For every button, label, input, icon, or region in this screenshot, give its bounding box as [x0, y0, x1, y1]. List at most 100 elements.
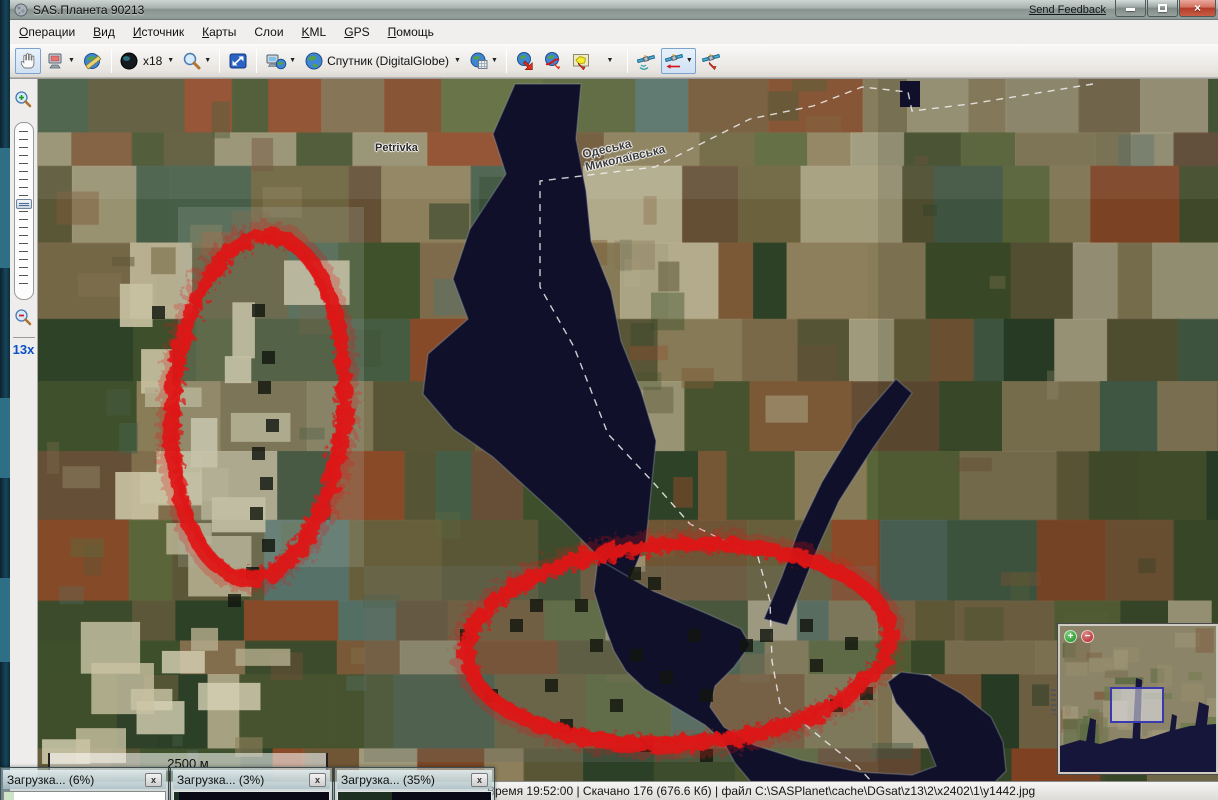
monitor-globe-icon: [265, 51, 287, 71]
toolbar-separator: [627, 49, 628, 73]
dropdown-arrow-icon[interactable]: ▼: [167, 57, 174, 64]
hand-icon: [18, 51, 38, 71]
content-area: 13x Petrivka Одеська Миколаївськ: [10, 78, 1218, 781]
divider: [13, 337, 35, 338]
globe-grid-icon: [469, 51, 489, 71]
toolbar-separator: [111, 49, 112, 73]
map-polygon-icon: [571, 51, 591, 71]
background-window-edge: [0, 148, 10, 268]
overview-minimap[interactable]: + −: [1058, 624, 1218, 774]
close-icon: ×: [1194, 3, 1201, 13]
close-button[interactable]: ×: [1179, 0, 1216, 17]
menu-bar: Операции Вид Источник Карты Слои KML GPS…: [10, 20, 1218, 44]
globe-route-icon: [543, 51, 563, 71]
download-window-2[interactable]: Загрузка... (3%) x: [170, 767, 333, 800]
sas-planet-window: SAS.Планета 90213 Send Feedback × Операц…: [10, 0, 1218, 800]
zoom-slider-handle[interactable]: [16, 199, 32, 209]
window-titlebar[interactable]: SAS.Планета 90213 Send Feedback ×: [10, 0, 1218, 20]
satellite-marker-icon: [701, 51, 721, 71]
download-title: Загрузка... (3%): [177, 773, 309, 787]
menu-kml[interactable]: KML: [293, 21, 336, 43]
download-polygon-button[interactable]: [568, 48, 594, 74]
close-icon[interactable]: x: [309, 773, 326, 787]
zoom-out-icon[interactable]: [14, 308, 33, 327]
menu-view[interactable]: Вид: [84, 21, 124, 43]
selection-tool-button[interactable]: ▼: [43, 48, 78, 74]
dropdown-arrow-icon[interactable]: ▼: [491, 57, 498, 64]
download-window-3[interactable]: Загрузка... (35%) x: [334, 767, 495, 800]
minimap-resize-grip[interactable]: [1051, 689, 1056, 715]
ruler-globe-icon: [83, 51, 103, 71]
progress-bar: [3, 791, 166, 800]
send-feedback-link[interactable]: Send Feedback: [1029, 4, 1106, 16]
maximize-button[interactable]: [1147, 0, 1178, 17]
zoom-panel: 13x: [10, 79, 38, 781]
download-title: Загрузка... (6%): [7, 773, 145, 787]
menu-help[interactable]: Помощь: [379, 21, 443, 43]
close-icon[interactable]: x: [471, 773, 488, 787]
gps-point-button[interactable]: [698, 48, 724, 74]
pan-tool-button[interactable]: [15, 48, 41, 74]
download-selection-button[interactable]: [512, 48, 538, 74]
maximize-icon: [1158, 4, 1167, 12]
fullscreen-button[interactable]: [225, 48, 251, 74]
status-text: Время 19:52:00 | Скачано 176 (676.6 Кб) …: [487, 784, 1035, 798]
zoom-in-icon[interactable]: [14, 90, 33, 109]
close-icon[interactable]: x: [145, 773, 162, 787]
zoom-slider[interactable]: [14, 122, 34, 300]
dropdown-arrow-icon[interactable]: ▼: [289, 57, 296, 64]
measure-distance-button[interactable]: [80, 48, 106, 74]
minimap-view-rect: [1111, 688, 1163, 722]
menu-layers[interactable]: Слои: [245, 21, 292, 43]
background-window-edge: [0, 398, 10, 478]
dropdown-arrow-icon[interactable]: ▼: [454, 57, 461, 64]
dark-sphere-icon: [120, 51, 140, 71]
layers-button[interactable]: ▼: [466, 48, 501, 74]
download-options-dropdown[interactable]: ▼: [596, 48, 622, 74]
toolbar-separator: [256, 49, 257, 73]
desktop-background-strip: [0, 0, 10, 800]
dropdown-arrow-icon[interactable]: ▼: [204, 57, 211, 64]
dropdown-arrow-icon[interactable]: ▼: [686, 57, 693, 64]
map-canvas[interactable]: [38, 79, 1218, 781]
main-toolbar: ▼ x18 ▼ ▼: [10, 44, 1218, 78]
map-source-label: Спутник (DigitalGlobe): [327, 54, 449, 68]
progress-bar: [337, 791, 492, 800]
minimap-zoom-out-button[interactable]: −: [1081, 630, 1094, 643]
satellite-track-icon: [664, 51, 684, 71]
menu-gps[interactable]: GPS: [335, 21, 378, 43]
download-route-button[interactable]: [540, 48, 566, 74]
zoom-rect-button[interactable]: ▼: [179, 48, 214, 74]
menu-maps[interactable]: Карты: [193, 21, 245, 43]
map-viewport[interactable]: Petrivka Одеська Миколаївська 2500 м + −: [38, 79, 1218, 781]
progress-bar: [173, 791, 330, 800]
toolbar-separator: [219, 49, 220, 73]
menu-source[interactable]: Источник: [124, 21, 193, 43]
dropdown-arrow-icon[interactable]: ▼: [68, 57, 75, 64]
view-mode-button[interactable]: ▼: [262, 48, 299, 74]
map-source-button[interactable]: Спутник (DigitalGlobe) ▼: [301, 48, 464, 74]
window-title: SAS.Планета 90213: [33, 3, 144, 17]
globe-download-icon: [515, 51, 535, 71]
zoom-level-label: 13x: [13, 342, 35, 357]
zoom-scale-label: x18: [143, 54, 162, 68]
zoom-slider-ticks: [19, 131, 28, 291]
download-title: Загрузка... (35%): [341, 773, 471, 787]
toolbar-separator: [506, 49, 507, 73]
background-window-edge: [0, 578, 10, 662]
gps-track-button[interactable]: ▼: [661, 48, 696, 74]
fullscreen-icon: [228, 51, 248, 71]
satellite-signal-icon: [636, 51, 656, 71]
zoom-scale-button[interactable]: x18 ▼: [117, 48, 177, 74]
earth-globe-icon: [304, 51, 324, 71]
menu-operations[interactable]: Операции: [10, 21, 84, 43]
download-window-1[interactable]: Загрузка... (6%) x: [0, 767, 169, 800]
minimap-zoom-in-button[interactable]: +: [1064, 630, 1077, 643]
gps-connect-button[interactable]: [633, 48, 659, 74]
screen: { "window": { "title": "SAS.Планета 9021…: [0, 0, 1218, 800]
minimize-button[interactable]: [1115, 0, 1146, 17]
app-planet-icon: [14, 3, 28, 17]
magnifier-icon: [182, 51, 202, 71]
selection-screen-icon: [46, 51, 66, 71]
minimize-icon: [1126, 8, 1135, 11]
